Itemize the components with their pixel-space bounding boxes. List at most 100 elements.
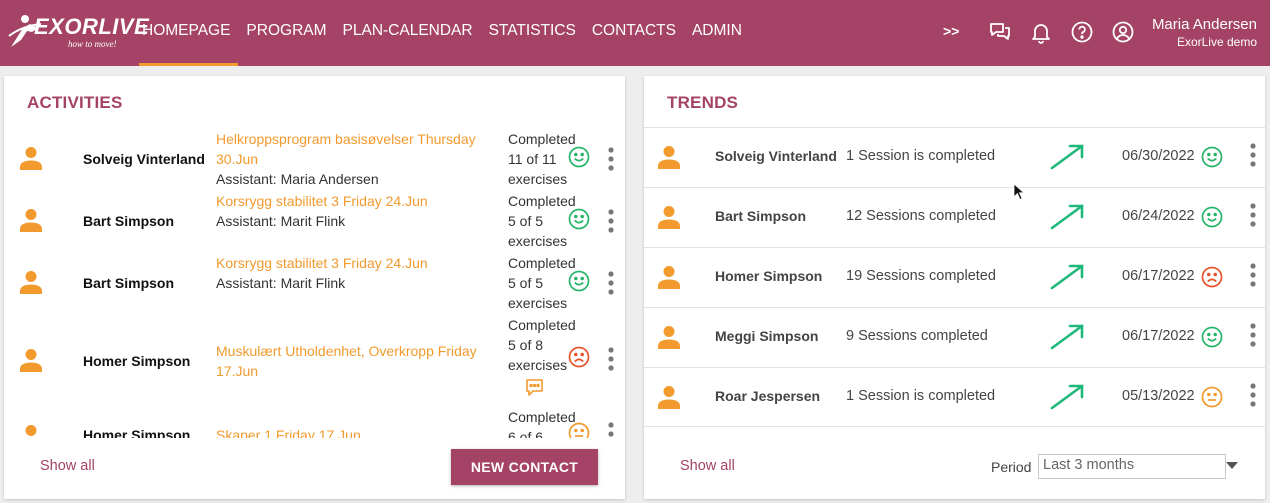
happy-face-icon [568, 270, 590, 292]
kebab-menu-icon[interactable] [607, 421, 615, 438]
trend-date: 06/17/2022 [1122, 268, 1195, 284]
activity-program-link[interactable]: Korsrygg stabilitet 3 Friday 24.Jun [216, 253, 496, 273]
activity-contact-name[interactable]: Homer Simpson [83, 427, 190, 438]
trend-sessions: 19 Sessions completed [846, 268, 996, 284]
kebab-menu-icon[interactable] [1249, 262, 1257, 288]
nav-program[interactable]: PROGRAM [238, 0, 334, 66]
trend-up-arrow-icon [1050, 264, 1084, 290]
trend-row[interactable]: Meggi Simpson 9 Sessions completed 06/17… [644, 307, 1265, 367]
activity-contact-name[interactable]: Bart Simpson [83, 275, 174, 291]
kebab-menu-icon[interactable] [1249, 142, 1257, 168]
activity-program-link[interactable]: Skaper 1 Friday 17.Jun [216, 425, 496, 438]
neutral-face-icon [568, 422, 590, 438]
kebab-menu-icon[interactable] [607, 346, 615, 372]
trend-up-arrow-icon [1050, 144, 1084, 170]
logo-text: EXORLIVE [34, 14, 150, 39]
activity-contact-name[interactable]: Solveig Vinterland [83, 151, 205, 167]
trend-up-arrow-icon [1050, 204, 1084, 230]
activity-row[interactable]: Homer Simpson Muskulært Utholdenhet, Ove… [4, 313, 625, 405]
help-icon[interactable] [1070, 20, 1094, 44]
activities-show-all-link[interactable]: Show all [40, 458, 95, 474]
kebab-menu-icon[interactable] [1249, 382, 1257, 408]
activity-row[interactable]: Bart Simpson Korsrygg stabilitet 3 Frida… [4, 251, 625, 313]
sad-face-icon [568, 346, 590, 368]
user-name[interactable]: Maria Andersen [1152, 16, 1257, 33]
kebab-menu-icon[interactable] [1249, 322, 1257, 348]
person-icon [658, 326, 680, 349]
trend-sessions: 1 Session is completed [846, 388, 996, 404]
trend-contact-name[interactable]: Bart Simpson [715, 208, 806, 224]
trend-sessions: 9 Sessions completed [846, 328, 988, 344]
happy-face-icon [568, 208, 590, 230]
trend-contact-name[interactable]: Roar Jespersen [715, 388, 820, 404]
trend-sessions: 12 Sessions completed [846, 208, 996, 224]
activity-program-link[interactable]: Korsrygg stabilitet 3 Friday 24.Jun [216, 191, 496, 211]
trend-row[interactable]: Solveig Vinterland 1 Session is complete… [644, 127, 1265, 187]
happy-face-icon [1201, 146, 1223, 168]
trend-contact-name[interactable]: Homer Simpson [715, 268, 822, 284]
nav-contacts[interactable]: CONTACTS [584, 0, 684, 66]
person-icon [20, 349, 42, 372]
person-icon [658, 146, 680, 169]
trends-panel: TRENDS Solveig Vinterland 1 Session is c… [644, 76, 1265, 499]
activity-contact-name[interactable]: Homer Simpson [83, 353, 190, 369]
logo-tagline: how to move! [68, 39, 117, 49]
activity-row[interactable]: Solveig Vinterland Helkroppsprogram basi… [4, 127, 625, 189]
trend-date: 06/17/2022 [1122, 328, 1195, 344]
trend-sessions: 1 Session is completed [846, 148, 996, 164]
bell-icon[interactable] [1029, 20, 1053, 44]
nav-homepage[interactable]: HOMEPAGE [134, 0, 239, 66]
activity-contact-name[interactable]: Bart Simpson [83, 213, 174, 229]
trend-up-arrow-icon [1050, 384, 1084, 410]
account-icon[interactable] [1111, 20, 1135, 44]
kebab-menu-icon[interactable] [1249, 202, 1257, 228]
kebab-menu-icon[interactable] [607, 146, 615, 172]
person-icon [658, 386, 680, 409]
nav-plan-calendar[interactable]: PLAN-CALENDAR [335, 0, 481, 66]
top-bar: EXORLIVE how to move! HOMEPAGE PROGRAM P… [0, 0, 1270, 66]
exorlive-logo[interactable]: EXORLIVE how to move! [8, 12, 149, 52]
activity-assistant: Assistant: Maria Andersen [216, 171, 379, 187]
happy-face-icon [1201, 326, 1223, 348]
trends-show-all-link[interactable]: Show all [680, 458, 735, 474]
new-contact-button[interactable]: NEW CONTACT [451, 449, 598, 485]
period-label: Period [991, 459, 1032, 475]
happy-face-icon [1201, 206, 1223, 228]
comment-icon[interactable] [525, 378, 544, 397]
trend-contact-name[interactable]: Solveig Vinterland [715, 148, 837, 164]
person-icon [658, 206, 680, 229]
activity-program-link[interactable]: Helkroppsprogram basisøvelser Thursday 3… [216, 129, 496, 169]
person-icon [20, 147, 42, 170]
activities-panel: ACTIVITIES Solveig Vinterland Helkroppsp… [4, 76, 625, 499]
trend-row[interactable]: Homer Simpson 19 Sessions completed 06/1… [644, 247, 1265, 307]
more-menu-button[interactable]: >> [943, 23, 959, 39]
activity-assistant: Assistant: Marit Flink [216, 213, 346, 229]
sad-face-icon [1201, 266, 1223, 288]
activity-program-link[interactable]: Muskulært Utholdenhet, Overkropp Friday … [216, 341, 496, 381]
trend-up-arrow-icon [1050, 324, 1084, 350]
nav-admin[interactable]: ADMIN [684, 0, 750, 66]
activity-row[interactable]: Bart Simpson Korsrygg stabilitet 3 Frida… [4, 189, 625, 251]
mouse-cursor-icon [1013, 183, 1025, 201]
trend-row[interactable]: Roar Jespersen 1 Session is completed 05… [644, 367, 1265, 427]
trend-contact-name[interactable]: Meggi Simpson [715, 328, 818, 344]
kebab-menu-icon[interactable] [607, 208, 615, 234]
user-organization: ExorLive demo [1176, 35, 1257, 49]
trend-date: 06/30/2022 [1122, 148, 1195, 164]
period-select[interactable]: Last 3 months [1038, 454, 1226, 479]
person-icon [658, 266, 680, 289]
main-nav: HOMEPAGE PROGRAM PLAN-CALENDAR STATISTIC… [134, 0, 750, 66]
activity-row[interactable]: Homer Simpson Skaper 1 Friday 17.Jun Com… [4, 405, 625, 438]
trends-title: TRENDS [667, 93, 739, 112]
chevron-down-icon[interactable] [1226, 462, 1238, 470]
nav-statistics[interactable]: STATISTICS [481, 0, 584, 66]
person-icon [20, 271, 42, 294]
kebab-menu-icon[interactable] [607, 270, 615, 296]
person-icon [20, 209, 42, 232]
chat-icon[interactable] [988, 20, 1012, 44]
activity-assistant: Assistant: Marit Flink [216, 275, 346, 291]
person-icon [25, 425, 37, 436]
trend-row[interactable]: Bart Simpson 12 Sessions completed 06/24… [644, 187, 1265, 247]
neutral-face-icon [1201, 386, 1223, 408]
activities-list[interactable]: Solveig Vinterland Helkroppsprogram basi… [4, 127, 625, 438]
